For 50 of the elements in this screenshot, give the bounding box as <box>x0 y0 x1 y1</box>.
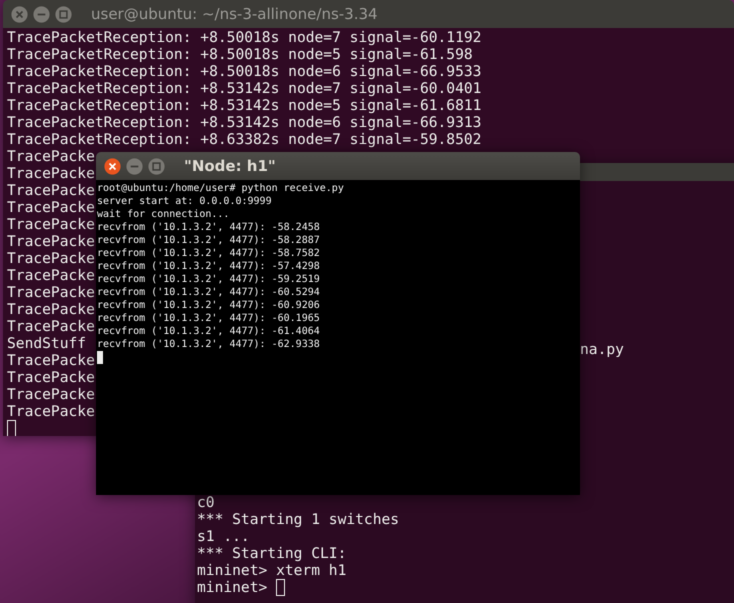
close-icon[interactable] <box>104 158 121 174</box>
terminal-line: recvfrom ('10.1.3.2', 4477): -58.2887 <box>97 234 320 247</box>
window-title: "Node: h1" <box>184 157 276 175</box>
terminal-line: server start at: 0.0.0.0:9999 <box>97 195 272 208</box>
minimize-icon[interactable] <box>33 6 50 22</box>
terminal-line: recvfrom ('10.1.3.2', 4477): -59.2519 <box>97 273 320 286</box>
terminal-line: TracePacketReception: +8.63382s node=7 signal=-59.8502 <box>7 131 482 148</box>
terminal-line: c0 <box>197 494 215 511</box>
terminal-line: TracePacketReception: +8.50018s node=5 signal=-61.598 <box>7 46 473 63</box>
terminal-line: TracePacke <box>7 352 95 369</box>
terminal-line: TracePacke <box>7 165 95 182</box>
terminal-line: s1 ... <box>197 528 250 545</box>
terminal-line: TracePacketReception: +8.53142s node=5 signal=-61.6811 <box>7 97 482 114</box>
terminal-line: TracePacke <box>7 233 95 250</box>
terminal-line: TracePacke <box>7 267 95 284</box>
terminal-line: TracePacke <box>7 301 95 318</box>
terminal-line: TracePacketReception: +8.50018s node=6 signal=-66.9533 <box>7 63 482 80</box>
terminal-line: recvfrom ('10.1.3.2', 4477): -60.9206 <box>97 299 320 312</box>
terminal-line: TracePacke <box>7 250 95 267</box>
terminal-line: TracePacke <box>7 148 95 165</box>
terminal-line: SendStuff <box>7 335 86 352</box>
maximize-icon[interactable] <box>148 158 165 174</box>
terminal-line: recvfrom ('10.1.3.2', 4477): -58.2458 <box>97 221 320 234</box>
terminal-line: *** Starting 1 switches <box>197 511 400 528</box>
terminal-line: TracePacke <box>7 182 95 199</box>
terminal-line: TracePacketReception: +8.53142s node=6 signal=-66.9313 <box>7 114 482 131</box>
terminal-line: recvfrom ('10.1.3.2', 4477): -61.4064 <box>97 325 320 338</box>
minimize-icon[interactable] <box>126 158 143 174</box>
terminal-line: na.py <box>580 341 624 358</box>
window-title: user@ubuntu: ~/ns-3-allinone/ns-3.34 <box>91 5 378 23</box>
terminal-line: TracePacke <box>7 284 95 301</box>
terminal-line: TracePacke <box>7 369 95 386</box>
terminal-line: root@ubuntu:/home/user# python receive.py <box>97 182 344 195</box>
terminal-line: TracePacke <box>7 199 95 216</box>
terminal-line: recvfrom ('10.1.3.2', 4477): -62.9338 <box>97 338 320 351</box>
terminal-line: TracePacke <box>7 216 95 233</box>
terminal-line: *** Starting CLI: <box>197 545 346 562</box>
maximize-icon[interactable] <box>55 6 72 22</box>
terminal-line: TracePacketReception: +8.50018s node=7 signal=-60.1192 <box>7 29 482 46</box>
terminal-line: TracePacke <box>7 386 95 403</box>
terminal-line: wait for connection... <box>97 208 230 221</box>
terminal-line: mininet> xterm h1 <box>197 562 346 579</box>
terminal-line: recvfrom ('10.1.3.2', 4477): -57.4298 <box>97 260 320 273</box>
terminal-line: mininet> <box>197 579 268 596</box>
terminal-line: TracePacke <box>7 403 95 420</box>
terminal-line: recvfrom ('10.1.3.2', 4477): -58.7582 <box>97 247 320 260</box>
terminal-line: TracePacketReception: +8.53142s node=7 signal=-60.0401 <box>7 80 482 97</box>
terminal-line: recvfrom ('10.1.3.2', 4477): -60.1965 <box>97 312 320 325</box>
terminal-line: recvfrom ('10.1.3.2', 4477): -60.5294 <box>97 286 320 299</box>
terminal-line: TracePacke <box>7 318 95 335</box>
